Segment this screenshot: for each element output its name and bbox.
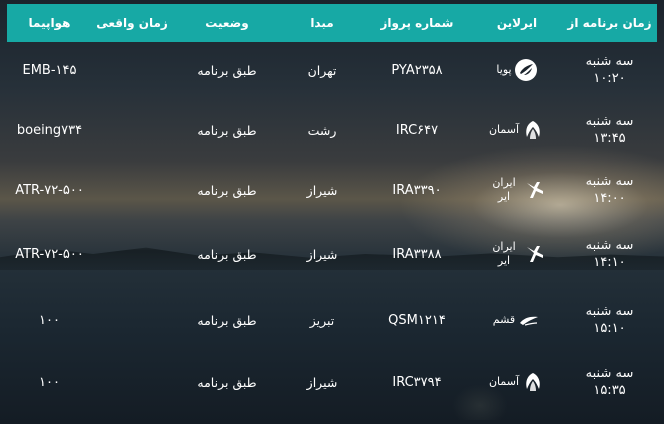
flight-row: سه شنبه ۱۵:۱۰ قشم QSM۱۲۱۴ تبریز طبق برنامه ۱۰۰ (7, 291, 657, 349)
flight-row: سه شنبه ۱۳:۴۵ آسمان IRC۶۴۷ رشت طبق برنامه boei… (7, 101, 657, 159)
header-status: وضعیت (205, 16, 249, 30)
aseman-logo-icon (521, 118, 545, 142)
aircraft-type: ATR-۷۲-۵۰۰ (15, 182, 84, 198)
scheduled-day: سه شنبه (585, 366, 634, 381)
scheduled-time: ۱۳:۴۵ (593, 131, 626, 146)
scheduled-time: ۱۵:۳۵ (593, 383, 626, 398)
flight-number: IRA۳۳۸۸ (392, 246, 442, 262)
scheduled-day: سه شنبه (585, 304, 634, 319)
origin-city: شیراز (306, 182, 338, 198)
airline-cell: ایران ایر (472, 240, 562, 268)
flight-number: QSM۱۲۱۴ (388, 312, 446, 328)
flight-row: سه شنبه ۱۴:۱۰ ایران ایر IRA۳۳۸۸ شیراز طبق برن… (7, 225, 657, 283)
scheduled-day: سه شنبه (585, 174, 634, 189)
aircraft-type: ۱۰۰ (39, 374, 60, 390)
header-flight: شماره پرواز (380, 16, 454, 30)
aircraft-type: boeing۷۳۴ (16, 122, 83, 138)
aircraft-type: ۱۰۰ (39, 312, 60, 328)
scheduled-cell: سه شنبه ۱۵:۳۵ (562, 365, 657, 399)
flight-status: طبق برنامه (197, 312, 257, 328)
origin-city: شیراز (306, 374, 338, 390)
flight-status: طبق برنامه (197, 62, 257, 78)
airline-name: آسمان (488, 123, 520, 136)
header-airline: ایرلاین (496, 16, 538, 30)
airline-cell: قشم (472, 308, 562, 332)
flight-row: سه شنبه ۱۰:۲۰ پویا PYA۲۳۵۸ تهران طبق برنامه EM… (7, 41, 657, 99)
flight-board: زمان برنامه از ایرلاین شماره پرواز مبدا … (0, 0, 664, 424)
airline-cell: پویا (472, 58, 562, 82)
origin-city: تبریز (309, 312, 335, 328)
flight-status: طبق برنامه (197, 182, 257, 198)
scheduled-time: ۱۰:۲۰ (593, 71, 626, 86)
flight-number: PYA۲۳۵۸ (391, 62, 443, 78)
scheduled-day: سه شنبه (585, 114, 634, 129)
flight-status: طبق برنامه (197, 374, 257, 390)
aseman-logo-icon (521, 370, 545, 394)
aircraft-type: ATR-۷۲-۵۰۰ (15, 246, 84, 262)
airline-cell: آسمان (472, 370, 562, 394)
header-scheduled: زمان برنامه از (567, 15, 652, 30)
origin-city: تهران (307, 62, 337, 78)
scheduled-time: ۱۴:۰۰ (593, 191, 626, 206)
airline-cell: آسمان (472, 118, 562, 142)
flight-row: سه شنبه ۱۴:۰۰ ایران ایر IRA۳۳۹۰ شیراز طبق برن… (7, 161, 657, 219)
flight-status: طبق برنامه (197, 246, 257, 262)
header-aircraft: هواپیما (28, 16, 71, 30)
flight-number: IRC۳۷۹۴ (392, 374, 442, 390)
scheduled-cell: سه شنبه ۱۴:۰۰ (562, 173, 657, 207)
airline-name: پویا (496, 63, 512, 76)
scheduled-cell: سه شنبه ۱۰:۲۰ (562, 53, 657, 87)
scheduled-cell: سه شنبه ۱۵:۱۰ (562, 303, 657, 337)
origin-city: رشت (307, 122, 337, 138)
flight-row: سه شنبه ۱۵:۳۵ آسمان IRC۳۷۹۴ شیراز طبق برنامه ۱… (7, 353, 657, 411)
qeshm-logo-icon (517, 308, 541, 332)
flight-status: طبق برنامه (197, 122, 257, 138)
airline-name: آسمان (488, 375, 520, 388)
scheduled-day: سه شنبه (585, 238, 634, 253)
header-actual: زمان واقعی (96, 16, 168, 30)
scheduled-cell: سه شنبه ۱۴:۱۰ (562, 237, 657, 271)
iranair-logo-icon (523, 178, 547, 202)
flight-number: IRA۳۳۹۰ (392, 182, 442, 198)
header-origin: مبدا (310, 16, 334, 30)
airline-name: ایران ایر (492, 240, 516, 267)
airline-name: ایران ایر (492, 176, 516, 203)
airline-name: قشم (492, 313, 516, 326)
scheduled-time: ۱۵:۱۰ (593, 321, 626, 336)
scheduled-time: ۱۴:۱۰ (593, 255, 626, 270)
table-header: زمان برنامه از ایرلاین شماره پرواز مبدا … (7, 4, 657, 42)
flight-number: IRC۶۴۷ (395, 122, 439, 138)
airline-cell: ایران ایر (472, 176, 562, 204)
iranair-logo-icon (523, 242, 547, 266)
pouya-logo-icon (514, 58, 538, 82)
aircraft-type: EMB-۱۴۵ (22, 62, 77, 78)
origin-city: شیراز (306, 246, 338, 262)
scheduled-cell: سه شنبه ۱۳:۴۵ (562, 113, 657, 147)
scheduled-day: سه شنبه (585, 54, 634, 69)
